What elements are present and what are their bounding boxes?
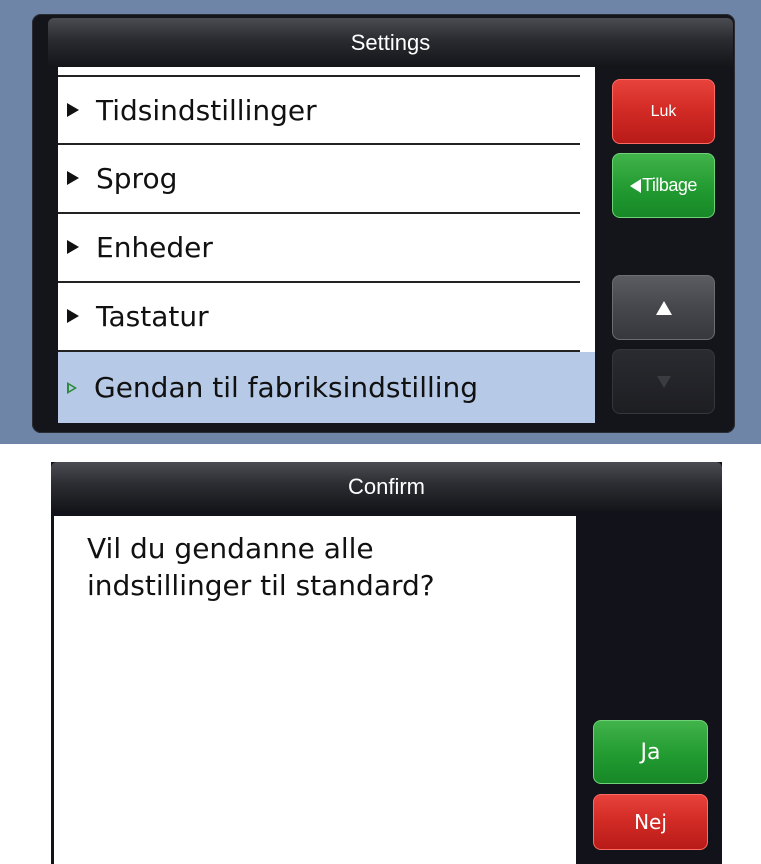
- no-button-label: Nej: [634, 810, 667, 834]
- list-item-label: Tastatur: [96, 299, 209, 333]
- list-item-label: Enheder: [96, 230, 213, 264]
- triangle-right-icon: [67, 381, 77, 394]
- list-item-gendan-fabriksindstilling[interactable]: Gendan til fabriksindstilling: [58, 352, 595, 423]
- list-item-sprog[interactable]: Sprog: [58, 145, 595, 211]
- confirm-message: Vil du gendanne alle indstillinger til s…: [87, 530, 567, 604]
- confirm-message-line: Vil du gendanne alle: [87, 532, 374, 565]
- yes-button-label: Ja: [640, 739, 661, 765]
- triangle-right-icon: [67, 103, 79, 117]
- scroll-down-button[interactable]: [612, 349, 715, 414]
- no-button[interactable]: Nej: [593, 794, 708, 850]
- scroll-up-button[interactable]: [612, 275, 715, 340]
- confirm-message-line: indstillinger til standard?: [87, 569, 435, 602]
- back-button-label: Tilbage: [642, 175, 697, 195]
- settings-list: Tidsindstillinger Sprog Enheder Tastatur…: [58, 67, 595, 423]
- yes-button[interactable]: Ja: [593, 720, 708, 784]
- triangle-right-icon: [67, 171, 79, 185]
- list-item-enheder[interactable]: Enheder: [58, 214, 595, 280]
- triangle-right-icon: [67, 309, 79, 323]
- close-button-label: Luk: [650, 102, 677, 120]
- back-button[interactable]: Tilbage: [612, 153, 715, 218]
- triangle-right-icon: [67, 240, 79, 254]
- list-item-tastatur[interactable]: Tastatur: [58, 283, 595, 349]
- back-arrow-icon: [630, 178, 642, 193]
- settings-title: Settings: [48, 18, 733, 67]
- arrow-down-icon: [656, 375, 671, 388]
- list-item-label: Sprog: [96, 161, 178, 195]
- list-item-label: Tidsindstillinger: [96, 93, 317, 127]
- arrow-up-icon: [655, 300, 672, 315]
- close-button[interactable]: Luk: [612, 79, 715, 144]
- list-item-tidsindstillinger[interactable]: Tidsindstillinger: [58, 77, 595, 143]
- list-item-label: Gendan til fabriksindstilling: [94, 371, 479, 404]
- confirm-title: Confirm: [51, 462, 722, 511]
